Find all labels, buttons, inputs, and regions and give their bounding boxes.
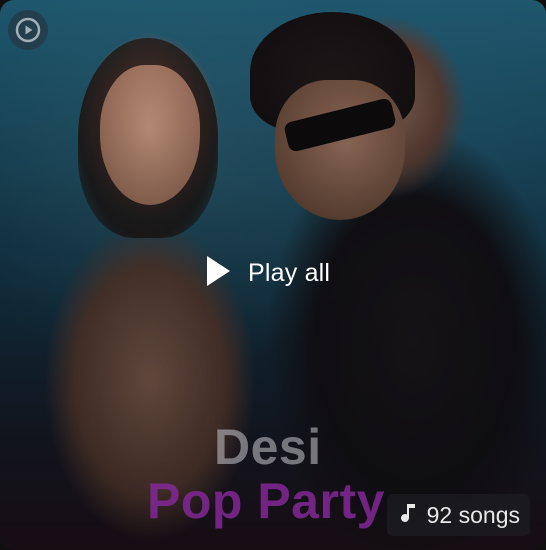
music-note-icon: [399, 502, 417, 529]
play-circle-icon: [8, 10, 48, 50]
song-count-badge: 92 songs: [386, 494, 530, 536]
play-all-label: Play all: [248, 259, 331, 287]
thumbnail-title-line2: Pop Party: [147, 473, 385, 529]
thumbnail-title-line1: Desi: [214, 419, 322, 475]
song-count: 92 songs: [426, 501, 520, 528]
play-all-button[interactable]: Play all: [204, 254, 330, 293]
play-icon: [204, 254, 232, 293]
playlist-thumbnail[interactable]: Play all Desi Pop Party 92 songs: [0, 0, 546, 550]
